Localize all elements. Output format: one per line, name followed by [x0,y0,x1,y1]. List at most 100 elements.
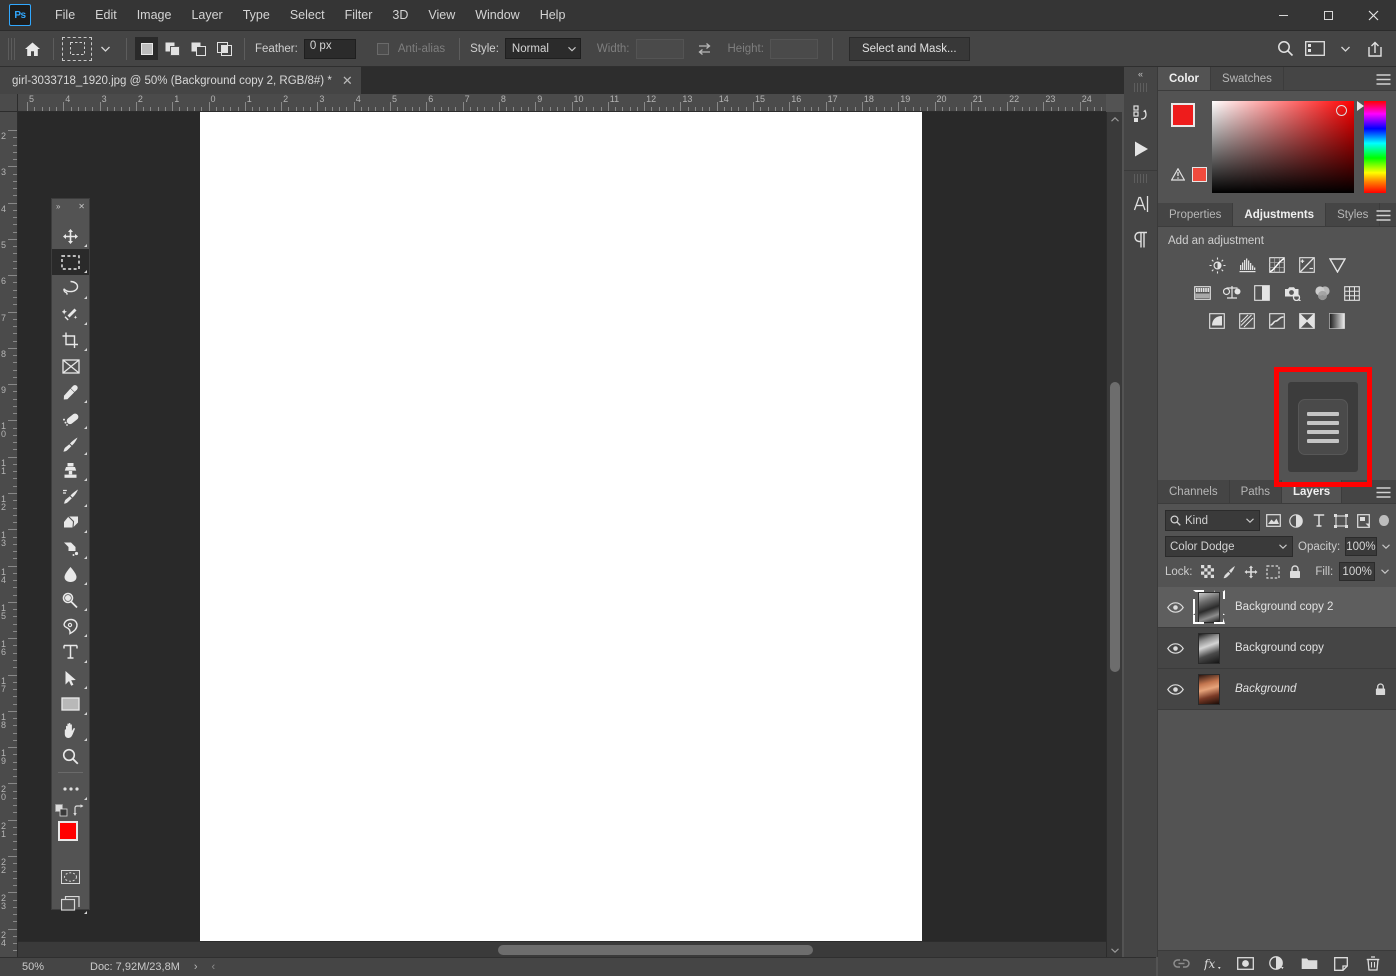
exposure-icon[interactable] [1297,255,1317,275]
clone-stamp-tool[interactable] [52,457,89,483]
layer-thumbnail[interactable] [1192,631,1226,665]
add-to-selection-button[interactable] [161,37,184,60]
status-expand-icon[interactable]: › [194,961,198,973]
dock-grip-2[interactable] [1134,174,1147,183]
table-row[interactable]: Background [1158,669,1396,710]
levels-icon[interactable] [1237,255,1257,275]
width-input[interactable] [635,38,684,59]
share-icon[interactable] [1362,37,1388,61]
dodge-tool[interactable] [52,587,89,613]
horizontal-scroll-thumb[interactable] [498,945,813,955]
path-selection-tool[interactable] [52,665,89,691]
menu-select[interactable]: Select [280,4,335,26]
table-row[interactable]: Background copy [1158,628,1396,669]
close-icon[interactable]: ✕ [78,202,85,211]
photo-filter-icon[interactable] [1282,283,1302,303]
type-tool[interactable] [52,639,89,665]
opacity-chevron-down-icon[interactable] [1381,544,1390,549]
new-selection-button[interactable] [135,37,158,60]
intersect-with-selection-button[interactable] [213,37,236,60]
anti-alias-checkbox[interactable] [370,37,396,61]
new-adjustment-layer-icon[interactable] [1268,955,1286,973]
status-collapse-icon[interactable]: ‹ [212,961,216,973]
move-tool[interactable] [52,223,89,249]
minimize-button[interactable] [1261,0,1306,31]
image-canvas[interactable] [200,112,922,957]
filter-adjustment-icon[interactable] [1287,511,1304,531]
swap-colors-icon[interactable] [73,803,86,817]
screen-mode-icon[interactable] [52,890,89,916]
add-layer-mask-icon[interactable] [1236,955,1254,973]
brightness-contrast-icon[interactable] [1207,255,1227,275]
lock-all-icon[interactable] [1287,563,1303,580]
fill-chevron-down-icon[interactable] [1381,569,1389,574]
history-icon[interactable] [1124,95,1158,131]
vertical-scroll-thumb[interactable] [1110,382,1120,672]
layer-name[interactable]: Background copy 2 [1226,601,1386,613]
panel-menu-icon[interactable] [1370,480,1396,504]
link-layers-icon[interactable] [1172,955,1190,973]
invert-icon[interactable] [1207,311,1227,331]
filter-type-icon[interactable] [1310,511,1327,531]
horizontal-ruler[interactable]: 5 4 3 2 1 0 1 2 3 4 5 6 7 8 9 10 11 12 13 14 15 16 17 18 19 20 21 2… [18,94,1106,112]
blur-tool[interactable] [52,561,89,587]
home-icon[interactable] [19,37,45,61]
selective-color-icon[interactable] [1327,311,1347,331]
quick-selection-tool[interactable] [52,301,89,327]
hue-slider[interactable] [1364,101,1386,193]
tab-properties[interactable]: Properties [1158,203,1234,226]
expand-panels-icon[interactable]: « [1124,67,1157,81]
play-icon[interactable] [1124,131,1158,167]
posterize-icon[interactable] [1237,311,1257,331]
black-white-icon[interactable] [1252,283,1272,303]
brush-tool[interactable] [52,431,89,457]
lasso-tool[interactable] [52,275,89,301]
foreground-color-swatch[interactable] [58,821,78,841]
canvas-horizontal-scrollbar[interactable] [18,941,1106,957]
color-field-picker[interactable] [1212,101,1354,193]
eyedropper-tool[interactable] [52,379,89,405]
fill-value[interactable]: 100% [1339,562,1376,581]
dock-grip[interactable] [1134,83,1147,92]
paragraph-icon[interactable] [1124,222,1158,258]
workspace-icon[interactable] [1302,37,1328,61]
document-tab[interactable]: girl-3033718_1920.jpg @ 50% (Background … [0,67,362,94]
rectangular-marquee-tool[interactable] [52,249,89,275]
vertical-ruler[interactable]: 23456789101112131415161718192021222324 [0,112,18,957]
lock-position-icon[interactable] [1243,563,1259,580]
spot-healing-brush-tool[interactable] [52,405,89,431]
character-icon[interactable] [1124,186,1158,222]
height-input[interactable] [769,38,818,59]
tab-swatches[interactable]: Swatches [1211,67,1284,90]
menu-layer[interactable]: Layer [181,4,232,26]
swap-width-height-icon[interactable] [692,37,718,61]
subtract-from-selection-button[interactable] [187,37,210,60]
delete-layer-icon[interactable] [1364,955,1382,973]
gradient-tool[interactable] [52,535,89,561]
tab-adjustments[interactable]: Adjustments [1233,203,1327,226]
panel-menu-icon[interactable] [1370,203,1396,227]
menu-type[interactable]: Type [233,4,280,26]
pen-tool[interactable] [52,613,89,639]
menu-3d[interactable]: 3D [382,4,418,26]
filter-smart-object-icon[interactable] [1355,511,1372,531]
layer-kind-filter[interactable]: Kind [1165,510,1260,531]
menu-help[interactable]: Help [530,4,576,26]
eraser-tool[interactable] [52,509,89,535]
layer-visibility-eye-icon[interactable] [1158,601,1192,613]
color-panel-foreground-swatch[interactable] [1171,103,1195,127]
options-bar-grip[interactable] [8,37,15,60]
layer-name[interactable]: Background [1226,683,1375,695]
hue-saturation-icon[interactable] [1192,283,1212,303]
close-button[interactable] [1351,0,1396,31]
layer-visibility-eye-icon[interactable] [1158,683,1192,695]
zoom-level[interactable]: 50% [0,961,70,973]
vibrance-icon[interactable] [1327,255,1347,275]
quick-mask-icon[interactable] [52,864,89,890]
tab-layers[interactable]: Layers [1282,480,1343,503]
frame-tool[interactable] [52,353,89,379]
layer-style-fx-icon[interactable]: fx [1204,955,1222,973]
filter-toggle-icon[interactable] [1379,515,1390,526]
scroll-down-icon[interactable] [1107,943,1123,957]
channel-mixer-icon[interactable] [1312,283,1332,303]
